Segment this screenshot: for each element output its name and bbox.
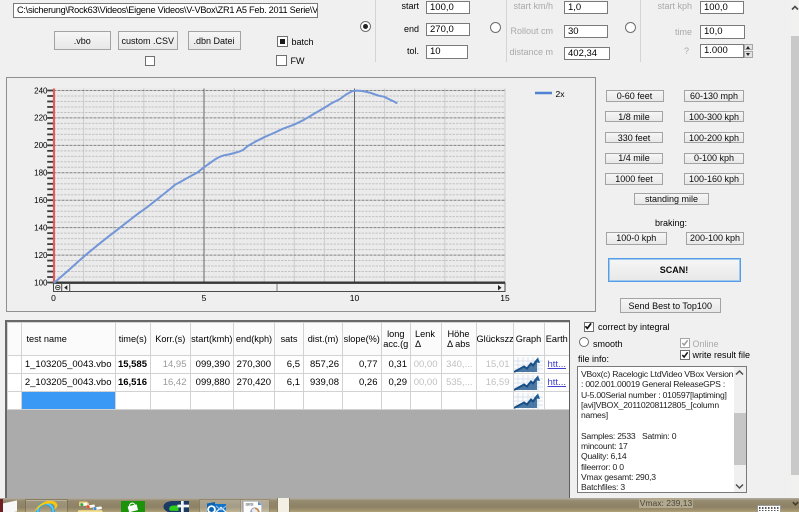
svg-text:160: 160: [34, 196, 48, 205]
svg-text:220: 220: [34, 114, 48, 123]
svg-text:GPS: GPS: [246, 502, 254, 506]
svg-text:5: 5: [202, 293, 207, 303]
svg-text:200: 200: [34, 141, 48, 150]
svg-text:15: 15: [500, 293, 510, 303]
svg-text:180: 180: [34, 169, 48, 178]
svg-text:0: 0: [51, 293, 56, 303]
svg-text:140: 140: [34, 223, 48, 232]
svg-text:2x: 2x: [556, 89, 566, 99]
svg-text:10: 10: [350, 293, 360, 303]
svg-text:120: 120: [34, 251, 48, 260]
svg-text:100: 100: [34, 278, 48, 287]
svg-text:240: 240: [34, 86, 48, 95]
